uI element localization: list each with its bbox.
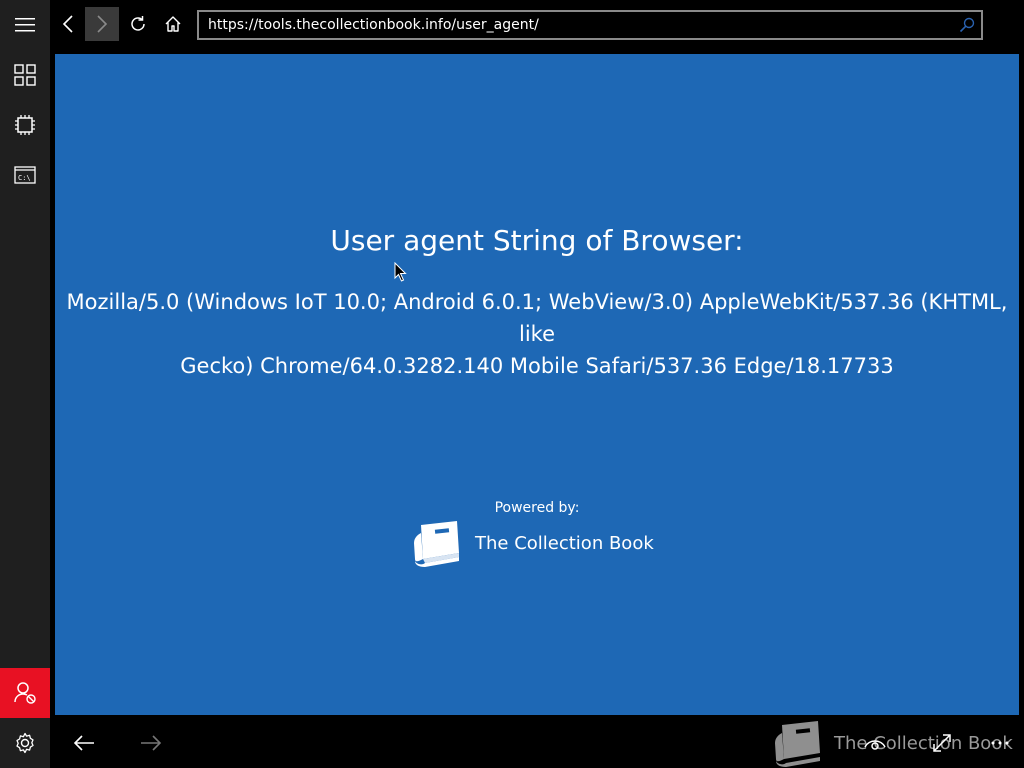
- brand-link[interactable]: The Collection Book: [411, 519, 654, 567]
- home-button[interactable]: [156, 7, 190, 41]
- device-info-button[interactable]: [0, 100, 50, 150]
- fullscreen-button[interactable]: [925, 726, 959, 760]
- forward-arrow-icon: [141, 735, 162, 751]
- tiles-grid-icon: [14, 64, 36, 86]
- view-button[interactable]: [858, 726, 892, 760]
- command-prompt-button[interactable]: C:\: [0, 150, 50, 200]
- chip-icon: [15, 115, 35, 135]
- search-icon: [959, 17, 975, 33]
- address-bar[interactable]: https://tools.thecollectionbook.info/use…: [197, 10, 983, 40]
- more-icon: [991, 741, 1009, 745]
- eye-icon: [864, 740, 886, 750]
- left-sidebar: C:\: [0, 0, 50, 768]
- bottom-back-button[interactable]: [67, 726, 101, 760]
- expand-icon: [933, 734, 951, 752]
- forward-button[interactable]: [85, 7, 119, 41]
- book-icon: [775, 721, 820, 767]
- address-search-button[interactable]: [953, 17, 981, 33]
- refresh-icon: [131, 16, 145, 31]
- back-arrow-icon: [62, 15, 73, 33]
- svg-text:C:\: C:\: [18, 174, 31, 182]
- user-alert-button[interactable]: [0, 668, 50, 718]
- command-prompt-icon: C:\: [14, 166, 36, 184]
- user-agent-string: Mozilla/5.0 (Windows IoT 10.0; Android 6…: [65, 286, 1009, 382]
- apps-button[interactable]: [0, 50, 50, 100]
- page-title: User agent String of Browser:: [330, 224, 744, 257]
- book-icon: [414, 521, 459, 567]
- browser-toolbar: https://tools.thecollectionbook.info/use…: [50, 0, 1024, 50]
- more-button[interactable]: [983, 726, 1017, 760]
- hamburger-menu-button[interactable]: [0, 0, 50, 50]
- user-agent-line-2: Gecko) Chrome/64.0.3282.140 Mobile Safar…: [180, 354, 894, 378]
- mouse-cursor-icon: [394, 262, 407, 282]
- hamburger-menu-icon: [15, 18, 35, 32]
- bottom-app-bar: The Collection Book: [50, 718, 1024, 768]
- refresh-button[interactable]: [121, 7, 155, 41]
- settings-button[interactable]: [0, 718, 50, 768]
- user-agent-line-1: Mozilla/5.0 (Windows IoT 10.0; Android 6…: [66, 290, 1008, 346]
- address-url[interactable]: https://tools.thecollectionbook.info/use…: [199, 17, 953, 33]
- gear-icon: [16, 732, 34, 754]
- user-alert-icon: [14, 682, 36, 704]
- forward-arrow-icon: [97, 15, 108, 33]
- powered-by-label: Powered by:: [494, 500, 580, 516]
- brand-name[interactable]: The Collection Book: [475, 533, 654, 554]
- back-arrow-icon: [73, 735, 94, 751]
- app-watermark: The Collection Book: [772, 718, 1013, 768]
- web-content: User agent String of Browser: Mozilla/5.…: [55, 54, 1019, 715]
- bottom-forward-button[interactable]: [134, 726, 168, 760]
- home-icon: [165, 16, 181, 32]
- back-button[interactable]: [51, 7, 85, 41]
